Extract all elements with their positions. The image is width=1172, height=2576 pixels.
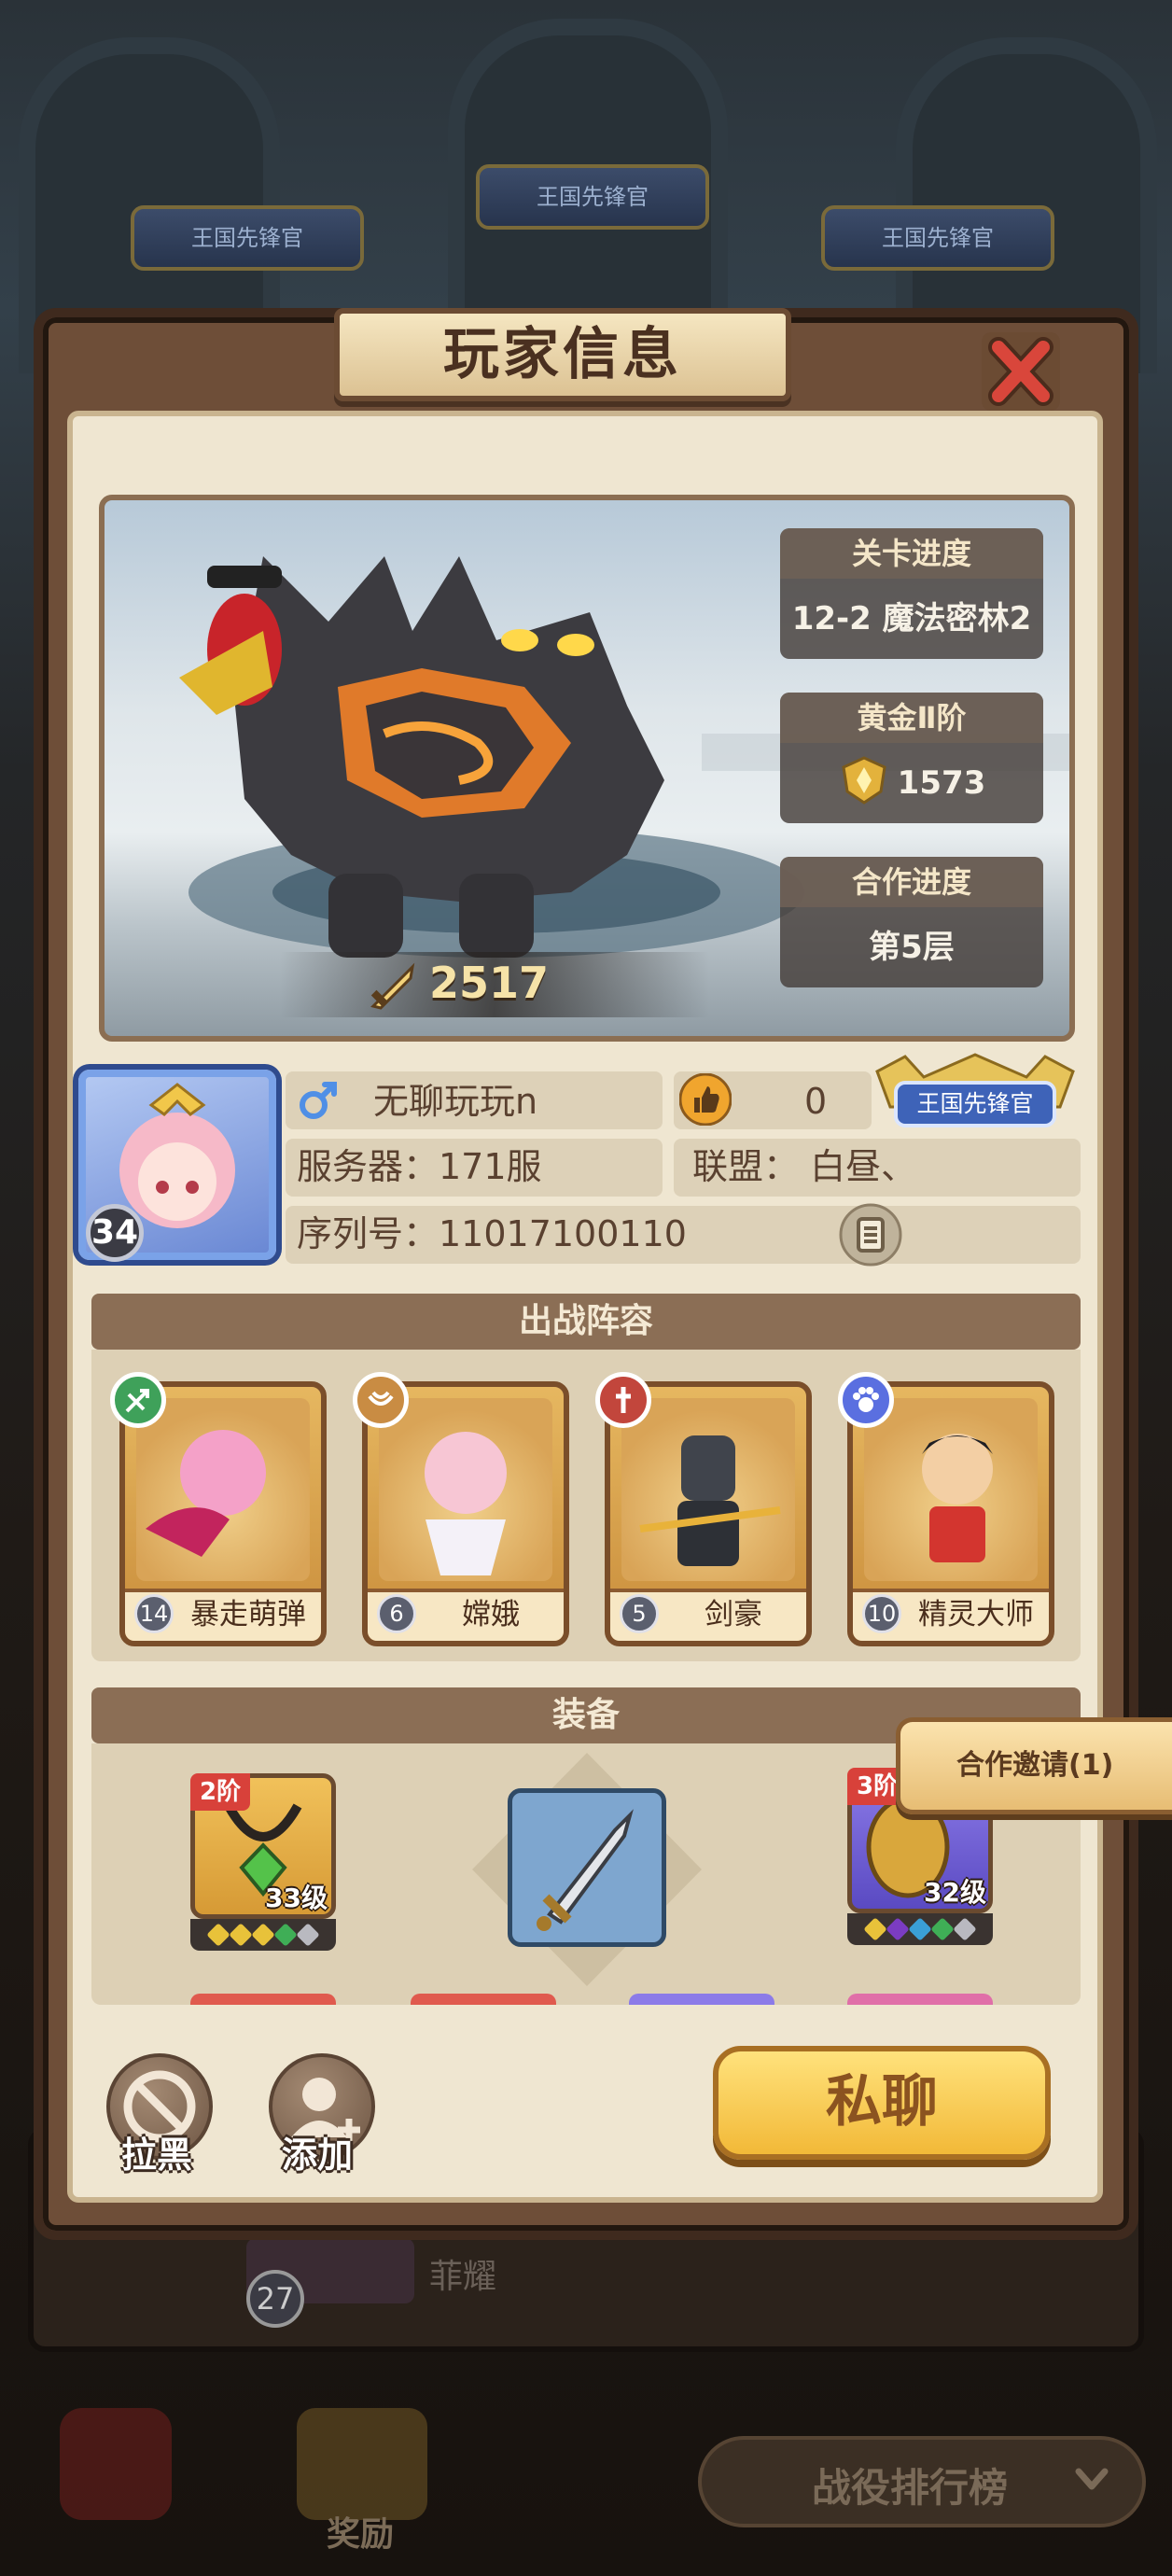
gem-sockets: [190, 1919, 336, 1951]
add-friend-label[interactable]: 添加: [282, 2126, 353, 2177]
reward-label[interactable]: 奖励: [327, 2507, 394, 2555]
equipment-slot-partial: [847, 1994, 993, 2005]
leaderboard-label: 战役排行榜: [812, 2465, 1009, 2511]
thumbs-up-button[interactable]: [678, 1072, 732, 1127]
hero-portrait: [379, 1398, 552, 1581]
hero-level: 6: [377, 1594, 416, 1633]
equipment-slot-partial: [190, 1994, 336, 2005]
row-name: 菲耀: [429, 2258, 497, 2296]
close-icon: [982, 332, 1060, 411]
equipment-level: 33级: [265, 1883, 328, 1913]
battle-icon[interactable]: [60, 2408, 172, 2520]
stage-progress-label: 关卡进度: [780, 528, 1043, 579]
copy-icon: [839, 1203, 902, 1267]
stage-progress-card: 关卡进度 12-2 魔法密林2: [780, 528, 1043, 659]
warrior-icon: [595, 1372, 651, 1428]
equipment-tier: 2阶: [190, 1773, 251, 1811]
rank-badge: 王国先锋官: [821, 205, 1054, 271]
weapon-slot[interactable]: [508, 1788, 666, 1947]
hero-name: 精灵大师: [918, 1598, 1034, 1631]
equipment-slot-partial: [411, 1994, 556, 2005]
rank-badge: 王国先锋官: [476, 164, 709, 230]
hero-portrait: [621, 1398, 795, 1581]
server-info: 服务器：171服: [286, 1139, 663, 1197]
hero-level: 10: [862, 1594, 901, 1633]
private-chat-button[interactable]: 私聊: [713, 2046, 1051, 2160]
gem-icon: [206, 1923, 230, 1947]
gem-icon: [229, 1923, 253, 1947]
hero-name: 嫦娥: [462, 1598, 520, 1631]
coop-progress-value: 第5层: [869, 929, 955, 966]
title-ribbon: 玩家信息: [284, 308, 842, 405]
sword-icon: [537, 1809, 634, 1931]
private-chat-label: 私聊: [826, 2069, 938, 2135]
coop-invite-label: 合作邀请(1): [956, 1749, 1114, 1782]
dialog-title: 玩家信息: [443, 322, 682, 387]
row-level: 27: [246, 2270, 304, 2328]
rank-card: 黄金Ⅱ阶 1573: [780, 693, 1043, 823]
thumbs-up-icon: [678, 1072, 732, 1127]
hero-level: 14: [134, 1594, 174, 1633]
equipment-slot-partial: [629, 1994, 774, 2005]
gem-icon: [908, 1917, 932, 1941]
hero-name: 剑豪: [705, 1598, 762, 1631]
rank-badge: 王国先锋官: [131, 205, 364, 271]
coop-progress-card: 合作进度 第5层: [780, 857, 1043, 987]
gem-icon: [251, 1923, 275, 1947]
block-label[interactable]: 拉黑: [121, 2126, 192, 2177]
gem-icon: [273, 1923, 298, 1947]
alliance-info: 联盟： 白昼、: [674, 1139, 1081, 1197]
gem-icon: [296, 1923, 320, 1947]
sword-power-icon: [366, 961, 418, 1014]
coop-invite-button[interactable]: 合作邀请(1): [896, 1717, 1172, 1814]
gold-rank-crest-icon: [838, 754, 890, 806]
coop-progress-label: 合作进度: [780, 857, 1043, 907]
player-level: 34: [86, 1204, 144, 1262]
hero-portrait: [864, 1398, 1038, 1581]
rank-points-value: 1573: [897, 764, 986, 802]
chevron-down-icon: [1073, 2460, 1110, 2498]
stage-progress-value: 12-2 魔法密林2: [791, 600, 1032, 637]
close-button[interactable]: [978, 329, 1064, 414]
hero-portrait: [136, 1398, 310, 1581]
player-name: 无聊玩玩n: [373, 1081, 538, 1122]
equipment-level: 32级: [924, 1877, 986, 1908]
gem-sockets: [847, 1913, 993, 1945]
rank-tier-label: 黄金Ⅱ阶: [780, 693, 1043, 743]
hero-level: 5: [620, 1594, 659, 1633]
support-icon: [353, 1372, 409, 1428]
combat-power-value: 2517: [429, 958, 550, 1008]
male-gender-icon: [295, 1077, 342, 1124]
paw-icon: [838, 1372, 894, 1428]
gem-icon: [886, 1917, 910, 1941]
reward-chest-icon[interactable]: [297, 2408, 427, 2520]
serial-number: 序列号：11017100110: [286, 1206, 1081, 1264]
archer-icon: [110, 1372, 166, 1428]
gem-icon: [863, 1917, 887, 1941]
title-badge-label: 王国先锋官: [916, 1090, 1034, 1117]
gem-icon: [953, 1917, 977, 1941]
lineup-header: 出战阵容: [91, 1294, 1081, 1350]
hero-name: 暴走萌弹: [190, 1598, 306, 1631]
gem-icon: [930, 1917, 955, 1941]
copy-serial-button[interactable]: [838, 1202, 903, 1267]
likes-count: 0: [804, 1081, 828, 1122]
